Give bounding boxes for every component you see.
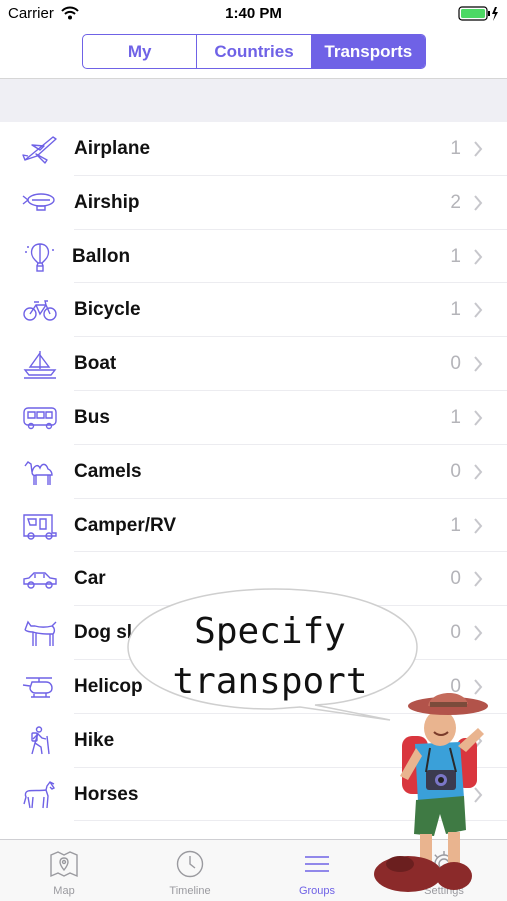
hiker-icon (31, 726, 50, 754)
airship-icon (22, 193, 55, 211)
boat-icon (23, 351, 57, 379)
segment-transports[interactable]: Transports (311, 35, 425, 68)
chevron-right-icon (474, 517, 483, 534)
bicycle-icon (23, 300, 57, 322)
chevron-right-icon (474, 356, 483, 372)
chevron-right-icon (474, 302, 483, 319)
chevron-right-icon (474, 410, 483, 426)
tooltip-line-2: transport (172, 661, 368, 702)
list-item[interactable]: Bicycle 1 (0, 283, 507, 338)
chevron-right-icon (474, 464, 483, 480)
chevron-right-icon (474, 625, 483, 641)
list-item[interactable]: Camper/RV 1 (0, 499, 507, 553)
airplane-icon (22, 136, 57, 164)
dog-icon (24, 620, 57, 647)
chevron-right-icon (474, 571, 483, 588)
section-header-band (0, 79, 507, 122)
camper-icon (23, 513, 57, 540)
segment-countries[interactable]: Countries (197, 35, 312, 68)
tab-map[interactable]: Map (14, 840, 114, 901)
menu-icon (305, 856, 329, 872)
car-icon (23, 572, 57, 590)
tab-timeline[interactable]: Timeline (140, 840, 240, 901)
tab-groups[interactable]: Groups (267, 840, 367, 901)
category-segmented-control: My Countries Transports (82, 34, 426, 69)
chevron-right-icon (474, 248, 483, 265)
chevron-right-icon (474, 195, 483, 211)
list-item[interactable]: Boat 0 (0, 337, 507, 391)
list-item[interactable]: Airplane 1 (0, 122, 507, 176)
status-bar: Carrier 1:40 PM (0, 0, 507, 28)
helicopter-icon (22, 677, 53, 698)
tooltip-line-1: Specify (194, 611, 346, 652)
balloon-icon (25, 242, 54, 272)
map-icon (50, 851, 78, 878)
list-item[interactable]: Bus 1 (0, 391, 507, 445)
segment-my[interactable]: My (83, 35, 198, 68)
horse-icon (23, 780, 56, 808)
camel-icon (24, 460, 53, 485)
bus-icon (23, 407, 57, 430)
traveler-illustration (374, 692, 488, 892)
list-item[interactable]: Camels 0 (0, 445, 507, 499)
list-item[interactable]: Ballon 1 (0, 230, 507, 284)
clock-time: 1:40 PM (225, 5, 282, 22)
chevron-right-icon (474, 141, 483, 157)
battery-icon (458, 6, 498, 21)
clock-icon (176, 850, 204, 878)
list-item[interactable]: Airship 2 (0, 176, 507, 230)
